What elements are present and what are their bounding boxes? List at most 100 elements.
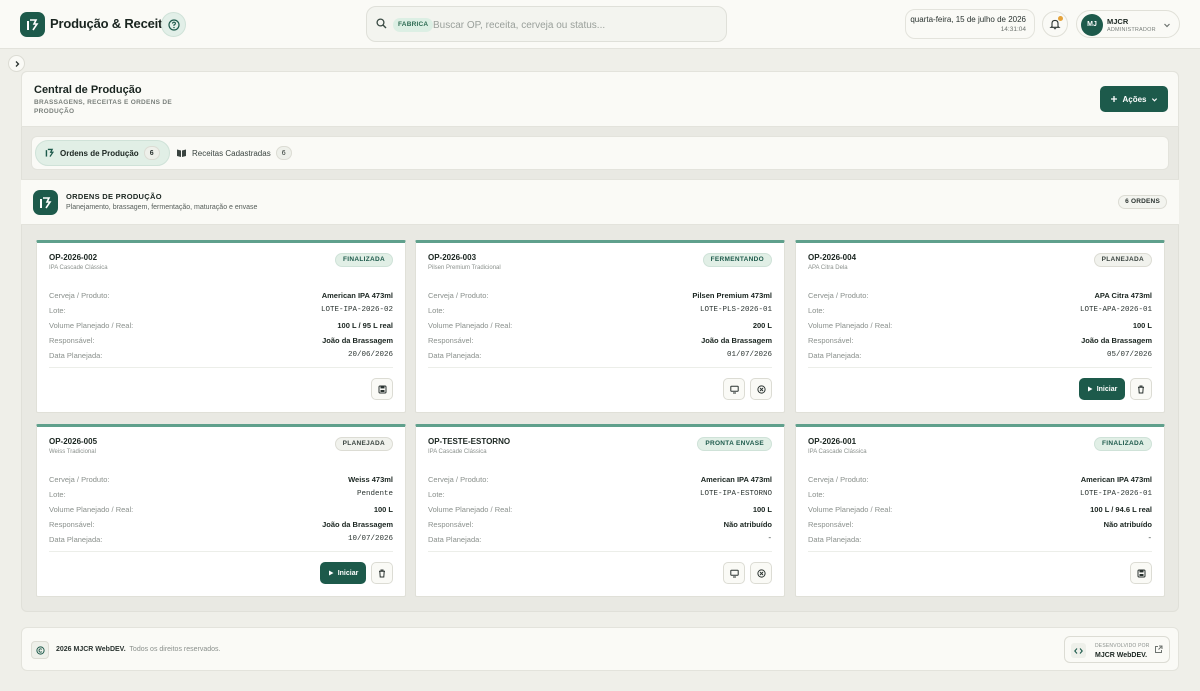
hop-icon: [45, 148, 55, 158]
field-label: Data Planejada:: [808, 535, 862, 544]
order-card[interactable]: OP-2026-004 APA Citra Dela PLANEJADA Cervej…: [795, 240, 1165, 413]
save-button[interactable]: [371, 378, 393, 400]
brewery-logo-icon[interactable]: [20, 12, 45, 37]
field-label: Cerveja / Produto:: [808, 475, 869, 484]
order-card[interactable]: OP-2026-001 IPA Cascade Clássica FINALIZAD…: [795, 424, 1165, 597]
orders-section-header: ORDENS DE PRODUÇÃO Planejamento, brassag…: [21, 179, 1179, 225]
top-bar: Produção & Receitas FABRICA quarta-feira…: [0, 0, 1200, 49]
order-card[interactable]: OP-2026-002 IPA Cascade Clássica FINALIZAD…: [36, 240, 406, 413]
user-menu[interactable]: MJ MJCR ADMINISTRADOR: [1076, 10, 1180, 38]
field-value: Não atribuído: [1103, 520, 1152, 529]
order-code: OP-2026-004: [808, 253, 857, 262]
cancel-button[interactable]: [750, 562, 772, 584]
field-value: LOTE-APA-2026-01: [1079, 306, 1152, 314]
divider: [49, 367, 393, 368]
field-label: Lote:: [49, 490, 66, 499]
monitor-icon: [729, 385, 739, 394]
field-value: 10/07/2026: [347, 535, 393, 543]
field-label: Lote:: [428, 306, 445, 315]
developer-link[interactable]: DESENVOLVIDO POR MJCR WebDEV.: [1064, 636, 1170, 663]
page-title: Central de Produção: [34, 84, 142, 96]
search-icon: [376, 18, 387, 29]
status-badge: FINALIZADA: [1094, 437, 1152, 451]
search-input[interactable]: [433, 17, 713, 33]
field-value: 100 L: [373, 505, 393, 514]
actions-button[interactable]: Ações: [1100, 86, 1168, 112]
order-recipe: Pilsen Premium Tradicional: [428, 265, 501, 271]
divider: [808, 551, 1152, 552]
order-code: OP-2026-002: [49, 253, 98, 262]
chevron-down-icon: [1151, 96, 1158, 103]
field-value: 100 L / 94.6 L real: [1090, 505, 1152, 514]
global-search[interactable]: FABRICA: [366, 6, 727, 42]
field-value: João da Brassagem: [322, 336, 393, 345]
date-time-display: quarta-feira, 15 de julho de 2026 14:31:…: [905, 9, 1035, 39]
start-button[interactable]: Iniciar: [320, 562, 366, 584]
current-date: quarta-feira, 15 de julho de 2026: [910, 15, 1026, 24]
field-label: Volume Planejado / Real:: [49, 505, 134, 514]
order-card[interactable]: OP-2026-003 Pilsen Premium Tradicional FER…: [415, 240, 785, 413]
order-code: OP-2026-005: [49, 437, 98, 446]
actions-label: Ações: [1122, 94, 1147, 104]
order-card[interactable]: OP-2026-005 Weiss Tradicional PLANEJADA Cer…: [36, 424, 406, 597]
tab-label: Ordens de Produção: [60, 148, 139, 158]
field-row-volume: Volume Planejado / Real: 100 L / 94.6 L r…: [808, 505, 1152, 517]
delete-button[interactable]: [1130, 378, 1152, 400]
field-value: Weiss 473ml: [348, 475, 393, 484]
play-icon: [328, 570, 334, 576]
divider: [428, 551, 772, 552]
field-label: Responsável:: [808, 520, 854, 529]
field-label: Lote:: [49, 306, 66, 315]
field-label: Cerveja / Produto:: [49, 291, 110, 300]
page-subtitle: BRASSAGENS, RECEITAS E ORDENS DE PRODUÇÃ…: [34, 99, 173, 115]
field-row-responsible: Responsável: Não atribuído: [808, 520, 1152, 532]
delete-button[interactable]: [371, 562, 393, 584]
field-row-planned-date: Data Planejada: -: [428, 535, 772, 547]
cancel-icon: [756, 384, 766, 394]
tab-recipes[interactable]: Receitas Cadastradas 6: [167, 140, 301, 166]
status-badge: PRONTA ENVASE: [697, 437, 772, 451]
tab-production-orders[interactable]: Ordens de Produção 6: [35, 140, 170, 166]
field-value: 100 L / 95 L real: [337, 321, 393, 330]
plus-icon: [1110, 95, 1118, 103]
field-value: João da Brassagem: [701, 336, 772, 345]
notifications-button[interactable]: [1042, 11, 1068, 37]
avatar: MJ: [1081, 14, 1103, 36]
section-title: ORDENS DE PRODUÇÃO: [66, 192, 162, 201]
field-value: LOTE-IPA-ESTORNO: [699, 490, 772, 498]
help-button[interactable]: [161, 12, 186, 37]
user-name: MJCR: [1107, 17, 1129, 26]
field-row-product: Cerveja / Produto: American IPA 473ml: [49, 291, 393, 303]
tab-count: 6: [275, 146, 292, 160]
field-row-product: Cerveja / Produto: APA Citra 473ml: [808, 291, 1152, 303]
field-label: Data Planejada:: [428, 535, 482, 544]
play-icon: [1087, 386, 1093, 392]
field-value: 200 L: [752, 321, 772, 330]
field-row-planned-date: Data Planejada: 05/07/2026: [808, 351, 1152, 363]
field-row-planned-date: Data Planejada: -: [808, 535, 1152, 547]
external-link-icon: [1154, 645, 1163, 654]
field-row-lot: Lote: LOTE-IPA-ESTORNO: [428, 490, 772, 502]
tab-bar: Ordens de Produção 6 Receitas Cadastrada…: [31, 136, 1169, 170]
cancel-button[interactable]: [750, 378, 772, 400]
scope-chip[interactable]: FABRICA: [393, 18, 434, 32]
field-row-product: Cerveja / Produto: Weiss 473ml: [49, 475, 393, 487]
view-button[interactable]: [723, 562, 745, 584]
save-icon: [378, 385, 387, 394]
field-row-responsible: Responsável: João da Brassagem: [428, 336, 772, 348]
sidebar-toggle-button[interactable]: [8, 55, 25, 72]
save-icon: [1137, 569, 1146, 578]
field-value: -: [767, 535, 772, 543]
order-recipe: Weiss Tradicional: [49, 449, 96, 455]
start-button[interactable]: Iniciar: [1079, 378, 1125, 400]
trash-icon: [1137, 385, 1145, 394]
tab-label: Receitas Cadastradas: [192, 148, 271, 158]
field-row-volume: Volume Planejado / Real: 100 L / 95 L rea…: [49, 321, 393, 333]
field-label: Responsável:: [49, 336, 95, 345]
view-button[interactable]: [723, 378, 745, 400]
field-value: LOTE-IPA-2026-01: [1079, 490, 1152, 498]
field-value: João da Brassagem: [1081, 336, 1152, 345]
save-button[interactable]: [1130, 562, 1152, 584]
divider: [49, 551, 393, 552]
order-card[interactable]: OP-TESTE-ESTORNO IPA Cascade Clássica PRON…: [415, 424, 785, 597]
